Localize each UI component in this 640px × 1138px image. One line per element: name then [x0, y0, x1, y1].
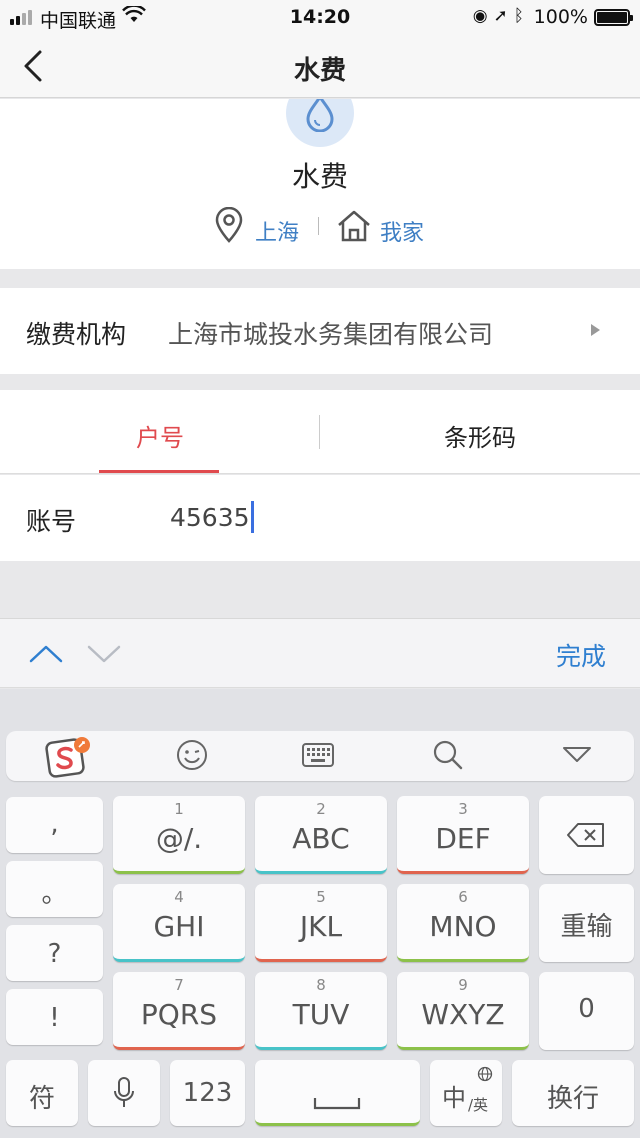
- chevron-down-icon[interactable]: [86, 641, 122, 669]
- keyboard-icon[interactable]: [302, 743, 334, 771]
- nav-bar: 水费: [0, 34, 640, 98]
- collapse-keyboard-icon[interactable]: [562, 745, 592, 769]
- rotation-lock-icon: ◉: [472, 6, 494, 26]
- account-input[interactable]: 45635: [170, 499, 590, 535]
- biller-title: 水费: [291, 160, 348, 193]
- chevron-up-icon[interactable]: [28, 641, 64, 669]
- keyboard-accessory-bar: 完成: [0, 618, 640, 688]
- done-button[interactable]: 完成: [556, 637, 606, 673]
- key-period[interactable]: 。: [6, 861, 103, 917]
- water-drop-badge: [286, 99, 354, 147]
- battery-icon: [594, 9, 633, 26]
- search-icon[interactable]: [432, 739, 464, 775]
- key-3[interactable]: 3 DEF: [397, 796, 529, 874]
- home-icon: [336, 209, 372, 247]
- reset-key[interactable]: 重输: [539, 884, 634, 962]
- payee-label: 缴费机构: [26, 320, 127, 349]
- space-icon: [313, 1098, 361, 1110]
- divider: [318, 217, 319, 235]
- caret-right-icon: [591, 324, 600, 336]
- ime-keyboard: , 。 ? ! 1 @/. 2 ABC 3 DEF 4 GHI 5 JKL 6 MNO 重输…: [0, 689, 640, 1138]
- key-7[interactable]: 7 PQRS: [113, 972, 245, 1050]
- tab-account-number[interactable]: 户号: [0, 390, 320, 474]
- key-question[interactable]: ?: [6, 925, 103, 981]
- key-8[interactable]: 8 TUV: [255, 972, 387, 1050]
- tab-divider: [319, 415, 320, 449]
- backspace-key[interactable]: [539, 796, 634, 874]
- backspace-icon: [567, 823, 604, 847]
- symbol-key[interactable]: 符: [6, 1060, 78, 1126]
- payee-value: 上海市城投水务集团有限公司: [168, 320, 494, 349]
- key-4[interactable]: 4 GHI: [113, 884, 245, 962]
- microphone-icon: [114, 1077, 134, 1107]
- language-switch-key[interactable]: 中 /英: [430, 1060, 502, 1126]
- key-6[interactable]: 6 MNO: [397, 884, 529, 962]
- location-icon: ➚: [493, 6, 514, 26]
- input-mode-tabs: 户号 条形码: [0, 390, 640, 474]
- status-icons: ◉➚ᛒ: [473, 6, 530, 26]
- account-label: 账号: [26, 507, 77, 536]
- active-tab-indicator: [99, 470, 219, 473]
- location-row: 上海 我家: [0, 206, 640, 247]
- map-pin-icon: [214, 206, 244, 247]
- status-bar: 中国联通 14:20 ◉➚ᛒ 100%: [0, 0, 640, 34]
- home-link[interactable]: 我家: [380, 215, 424, 247]
- key-2[interactable]: 2 ABC: [255, 796, 387, 874]
- text-cursor: [250, 501, 254, 533]
- numeric-key[interactable]: 123: [170, 1060, 245, 1126]
- tab-barcode[interactable]: 条形码: [320, 390, 640, 474]
- key-9[interactable]: 9 WXYZ: [397, 972, 529, 1050]
- enter-key[interactable]: 换行: [512, 1060, 634, 1126]
- bluetooth-icon: ᛒ: [513, 6, 530, 26]
- sogou-logo-icon[interactable]: [44, 735, 92, 783]
- key-1[interactable]: 1 @/.: [113, 796, 245, 874]
- key-5[interactable]: 5 JKL: [255, 884, 387, 962]
- globe-icon: [477, 1066, 493, 1082]
- city-link[interactable]: 上海: [255, 215, 299, 247]
- biller-header: 水费 上海 我家: [0, 99, 640, 269]
- key-comma[interactable]: ,: [6, 797, 103, 853]
- space-key[interactable]: [255, 1060, 420, 1126]
- water-drop-icon: [306, 99, 334, 132]
- key-exclaim[interactable]: !: [6, 989, 103, 1045]
- ime-toolbar: [6, 731, 634, 781]
- key-0[interactable]: 0: [539, 972, 634, 1050]
- emoji-icon[interactable]: [176, 739, 208, 775]
- nav-title: 水费: [293, 56, 346, 86]
- payee-row[interactable]: 缴费机构 上海市城投水务集团有限公司: [0, 288, 640, 374]
- account-row: 账号 45635: [0, 475, 640, 561]
- voice-key[interactable]: [88, 1060, 160, 1126]
- account-input-value: 45635: [170, 502, 250, 532]
- battery-percent: 100%: [533, 6, 588, 28]
